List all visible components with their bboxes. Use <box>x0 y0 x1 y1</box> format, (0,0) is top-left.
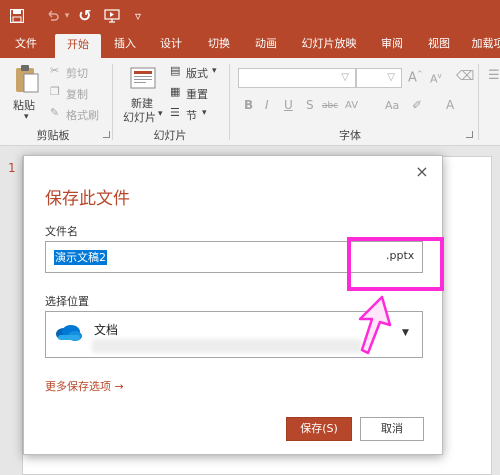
tab-addins[interactable]: 加载项 <box>466 32 500 58</box>
tab-animations[interactable]: 动画 <box>247 32 285 58</box>
font-group-label: 字体 <box>339 129 361 142</box>
tab-view[interactable]: 视图 <box>420 32 458 58</box>
bullets-icon[interactable]: ☰ <box>488 68 500 83</box>
close-icon[interactable]: × <box>412 162 432 182</box>
copy-icon: ❐ <box>50 85 60 98</box>
reset-button[interactable]: 重置 <box>186 86 208 102</box>
layout-dropdown-icon[interactable]: ▾ <box>212 66 217 76</box>
clear-formatting-icon[interactable]: ⌫ <box>456 69 474 84</box>
section-button[interactable]: 节 <box>186 107 197 123</box>
undo-icon[interactable] <box>44 6 62 26</box>
ribbon-separator <box>112 64 113 140</box>
onedrive-icon <box>54 322 82 342</box>
ribbon-separator <box>478 64 479 140</box>
font-family-combo[interactable]: ▽ <box>238 68 356 88</box>
paste-dropdown-icon[interactable]: ▾ <box>24 112 29 122</box>
paste-label[interactable]: 粘贴 <box>13 97 35 113</box>
dialog-title: 保存此文件 <box>45 189 130 209</box>
cancel-button[interactable]: 取消 <box>360 417 424 441</box>
font-launcher-icon[interactable] <box>466 131 473 138</box>
new-slide-label-line2[interactable]: 幻灯片 <box>123 109 156 125</box>
layout-icon: ▤ <box>170 64 181 77</box>
clipboard-launcher-icon[interactable] <box>103 131 110 138</box>
location-label: 选择位置 <box>45 295 89 308</box>
tab-home[interactable]: 开始 <box>55 34 101 58</box>
ribbon-tabs: 文件 开始 插入 设计 切换 动画 幻灯片放映 审阅 视图 加载项 <box>0 32 500 58</box>
format-painter-button[interactable]: 格式刷 <box>66 107 99 123</box>
font-color-button[interactable]: A <box>446 98 454 112</box>
tab-insert[interactable]: 插入 <box>106 32 144 58</box>
tab-design[interactable]: 设计 <box>152 32 190 58</box>
filename-value[interactable]: 演示文稿2 <box>54 250 107 265</box>
highlight-color-icon[interactable]: ✐ <box>412 98 422 112</box>
tab-slideshow[interactable]: 幻灯片放映 <box>294 32 364 58</box>
section-icon: ☰ <box>170 106 180 119</box>
increase-font-size-icon[interactable]: A^ <box>408 70 423 85</box>
more-save-options-link[interactable]: 更多保存选项 → <box>45 378 124 394</box>
cut-icon: ✂ <box>50 64 60 77</box>
paste-icon[interactable] <box>14 64 40 96</box>
slides-group-label: 幻灯片 <box>153 129 187 142</box>
new-slide-icon[interactable] <box>128 66 158 92</box>
underline-button[interactable]: U <box>284 98 293 112</box>
customize-toolbar-icon[interactable]: ▿ <box>132 6 144 26</box>
change-case-button[interactable]: Aa <box>385 99 399 112</box>
new-slide-dropdown-icon[interactable]: ▾ <box>158 109 163 119</box>
ribbon-separator <box>229 64 230 140</box>
clipboard-group-label: 剪贴板 <box>36 129 70 142</box>
undo-dropdown-icon[interactable]: ▾ <box>62 6 72 26</box>
pointer-arrow-icon <box>358 295 392 355</box>
ribbon: 粘贴 ▾ ✂ 剪切 ❐ 复制 ✎ 格式刷 剪贴板 新建 幻灯片 ▾ ▤ 版式 ▾… <box>0 58 500 146</box>
chevron-down-icon: ▽ <box>341 72 349 83</box>
copy-button[interactable]: 复制 <box>66 86 88 102</box>
save-icon[interactable] <box>8 6 26 26</box>
chevron-down-icon[interactable]: ▼ <box>402 328 409 338</box>
section-dropdown-icon[interactable]: ▾ <box>202 108 207 118</box>
tab-file[interactable]: 文件 <box>6 32 46 58</box>
cut-button[interactable]: 剪切 <box>66 65 88 81</box>
tab-review[interactable]: 审阅 <box>373 32 411 58</box>
decrease-font-size-icon[interactable]: Av <box>430 72 442 86</box>
title-bar: ▾ ↺ ▿ <box>0 0 500 32</box>
location-value: 文档 <box>94 323 119 337</box>
strikethrough-button[interactable]: abc <box>322 101 338 111</box>
character-spacing-button[interactable]: AV <box>345 100 358 111</box>
shadow-button[interactable]: S <box>306 98 314 112</box>
chevron-down-icon: ▽ <box>387 72 395 83</box>
start-slideshow-icon[interactable] <box>102 6 122 26</box>
highlight-box <box>347 237 444 291</box>
bold-button[interactable]: B <box>244 98 253 112</box>
slide-number: 1 <box>8 161 16 175</box>
save-button[interactable]: 保存(S) <box>286 417 352 441</box>
filename-label: 文件名 <box>45 225 78 238</box>
font-size-combo[interactable]: ▽ <box>356 68 402 88</box>
tab-transitions[interactable]: 切换 <box>200 32 238 58</box>
layout-button[interactable]: 版式 <box>186 65 208 81</box>
italic-button[interactable]: I <box>265 98 269 112</box>
redacted-path <box>92 339 362 353</box>
powerpoint-window: ▾ ↺ ▿ 文件 开始 插入 设计 切换 动画 幻灯片放映 审阅 视图 加载项 … <box>0 0 500 475</box>
redo-icon[interactable]: ↺ <box>76 6 94 26</box>
reset-icon: ▦ <box>170 85 181 98</box>
format-painter-icon: ✎ <box>50 106 60 119</box>
